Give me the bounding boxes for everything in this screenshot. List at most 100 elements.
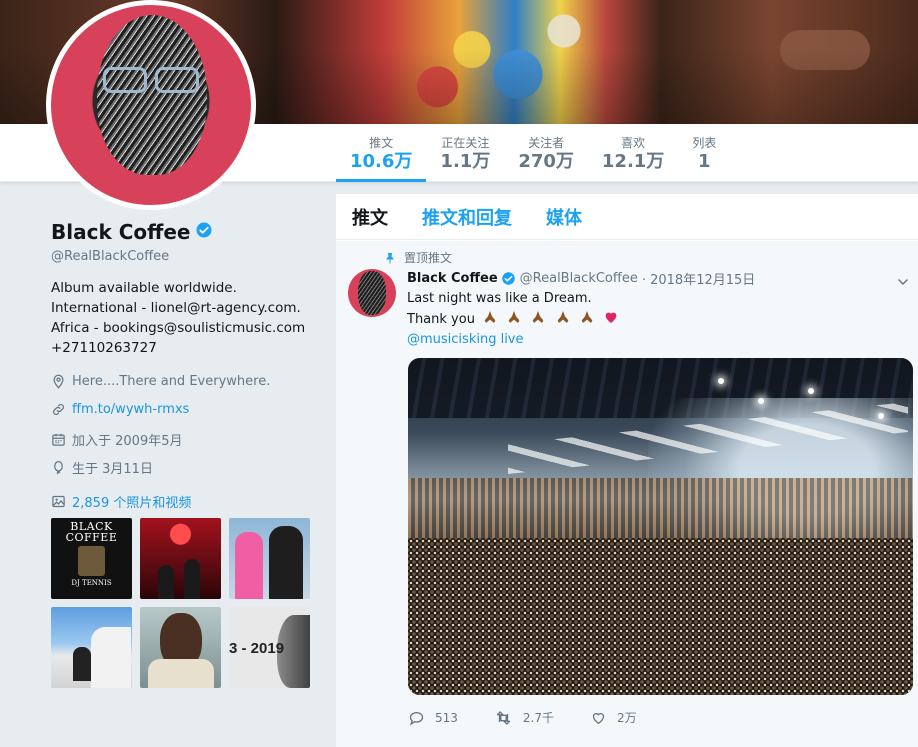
- stat-label: 列表: [692, 136, 717, 150]
- stat-value: 1.1万: [440, 151, 491, 172]
- stat-label: 推文: [369, 136, 394, 150]
- profile-stats: 推文 10.6万 正在关注 1.1万 关注者 270万 喜欢 12.1万 列表 …: [336, 124, 730, 182]
- media-light: [758, 398, 764, 404]
- pin-icon: [386, 252, 394, 264]
- verified-icon: [501, 272, 515, 285]
- thumb-body: [148, 659, 214, 688]
- thumb-figure: [158, 565, 174, 599]
- chevron-down-icon[interactable]: [897, 273, 909, 292]
- profile-bio: Album available worldwide. International…: [51, 280, 306, 356]
- photo-thumb[interactable]: 3 - 2019: [229, 607, 310, 688]
- photos-videos-link[interactable]: 2,859 个照片和视频: [51, 492, 191, 511]
- stat-label: 正在关注: [441, 136, 490, 150]
- avatar-glasses-right: [155, 67, 199, 93]
- photo-icon: [52, 495, 65, 508]
- avatar-glasses-left: [103, 67, 147, 93]
- media-light: [718, 378, 724, 384]
- reply-button[interactable]: 513: [408, 710, 458, 726]
- photos-videos-label: 2,859 个照片和视频: [72, 496, 192, 511]
- pinned-tweet[interactable]: 置顶推文 Black Coffee @RealBlackCoffee · 201…: [336, 241, 918, 747]
- stat-tweets[interactable]: 推文 10.6万: [336, 124, 427, 182]
- joined-text: 加入于 2009年5月: [72, 434, 183, 449]
- calendar-icon: [52, 433, 65, 446]
- stat-likes[interactable]: 喜欢 12.1万: [588, 124, 678, 182]
- media-stands: [408, 478, 913, 538]
- tab-media[interactable]: 媒体: [546, 204, 582, 230]
- location-icon: [53, 374, 64, 389]
- profile-location: Here....There and Everywhere.: [51, 374, 270, 389]
- photo-thumb[interactable]: [140, 518, 221, 599]
- tweet-avatar[interactable]: [348, 269, 396, 317]
- profile-handle[interactable]: @RealBlackCoffee: [51, 249, 169, 264]
- photo-thumb[interactable]: [51, 607, 132, 688]
- website-link[interactable]: ffm.to/wywh-rmxs: [72, 402, 189, 417]
- timeline-tabs: 推文 推文和回复 媒体: [336, 194, 918, 240]
- pray-emoji: [557, 311, 568, 323]
- thumb-figure: [235, 532, 263, 599]
- profile-website: ffm.to/wywh-rmxs: [51, 402, 189, 417]
- like-count: 2万: [617, 711, 637, 725]
- stat-followers[interactable]: 关注者 270万: [504, 124, 588, 182]
- retweet-icon: [496, 710, 511, 725]
- tweet-mention[interactable]: @musicisking live: [407, 330, 620, 350]
- thumb-year-text: 3 - 2019: [229, 640, 285, 657]
- tweet-line-2: Thank you: [407, 312, 475, 327]
- profile-sidebar: Black Coffee @RealBlackCoffee Album avai…: [0, 182, 336, 747]
- tweet-actions: 513 2.7千 2万: [408, 709, 673, 726]
- profile-avatar[interactable]: [46, 0, 256, 210]
- balloon-icon: [54, 460, 63, 475]
- photo-thumb[interactable]: [140, 607, 221, 688]
- media-crowd: [408, 538, 913, 695]
- pray-emoji: [484, 311, 496, 323]
- tweet-media-image[interactable]: [408, 358, 913, 695]
- profile-birthday: 生于 3月11日: [51, 458, 153, 477]
- like-icon: [592, 712, 605, 724]
- like-button[interactable]: 2万: [590, 709, 637, 726]
- media-light: [808, 388, 814, 394]
- stat-label: 喜欢: [621, 136, 646, 150]
- stat-value: 12.1万: [601, 151, 665, 172]
- photo-thumb[interactable]: [229, 518, 310, 599]
- tweet-date[interactable]: · 2018年12月15日: [642, 269, 755, 288]
- photo-grid: BLACK COFFEE DJ TENNIS 3 - 2019: [51, 518, 311, 688]
- thumb-album-sub: DJ TENNIS: [71, 579, 112, 587]
- tweet-author[interactable]: Black Coffee: [407, 271, 498, 286]
- birthday-text: 生于 3月11日: [72, 462, 153, 477]
- stat-value: 270万: [518, 151, 574, 172]
- media-light: [878, 413, 884, 419]
- avatar-face: [97, 15, 207, 175]
- photo-thumb[interactable]: BLACK COFFEE DJ TENNIS: [51, 518, 132, 599]
- verified-icon: [195, 220, 213, 244]
- tab-tweets[interactable]: 推文: [352, 204, 388, 230]
- timeline: 推文 推文和回复 媒体 置顶推文 Black Coffee @RealBlack…: [336, 194, 918, 747]
- profile-name-row: Black Coffee: [51, 220, 213, 244]
- pray-emoji: [533, 311, 544, 323]
- tweet-line-2-row: Thank you: [407, 309, 620, 330]
- heart-emoji: [605, 312, 617, 323]
- tweet-text: Last night was like a Dream. Thank you @…: [407, 289, 620, 350]
- stat-value: 10.6万: [350, 151, 413, 172]
- tweet-line-1: Last night was like a Dream.: [407, 291, 592, 306]
- thumb-figure: [184, 559, 200, 599]
- thumb-portrait: [78, 546, 105, 576]
- reply-icon: [409, 711, 424, 726]
- tweet-avatar-face: [358, 271, 386, 315]
- stat-lists[interactable]: 列表 1: [678, 124, 730, 182]
- tweet-header: Black Coffee @RealBlackCoffee · 2018年12月…: [407, 269, 755, 288]
- pinned-label-row: 置顶推文: [384, 249, 452, 266]
- stat-following[interactable]: 正在关注 1.1万: [426, 124, 504, 182]
- retweet-button[interactable]: 2.7千: [494, 709, 554, 726]
- thumb-figure: [73, 647, 91, 681]
- reply-count: 513: [435, 710, 458, 725]
- stat-value: 1: [698, 151, 711, 172]
- thumb-album-title: BLACK COFFEE: [65, 520, 118, 544]
- profile-name[interactable]: Black Coffee: [51, 220, 190, 244]
- retweet-count: 2.7千: [522, 711, 554, 725]
- link-icon: [53, 404, 64, 415]
- stat-label: 关注者: [528, 136, 565, 150]
- location-text: Here....There and Everywhere.: [72, 374, 271, 389]
- tweet-handle[interactable]: @RealBlackCoffee: [520, 271, 638, 286]
- tab-tweets-replies[interactable]: 推文和回复: [422, 204, 512, 230]
- thumb-figure: [269, 526, 303, 599]
- profile-joined: 加入于 2009年5月: [51, 430, 183, 449]
